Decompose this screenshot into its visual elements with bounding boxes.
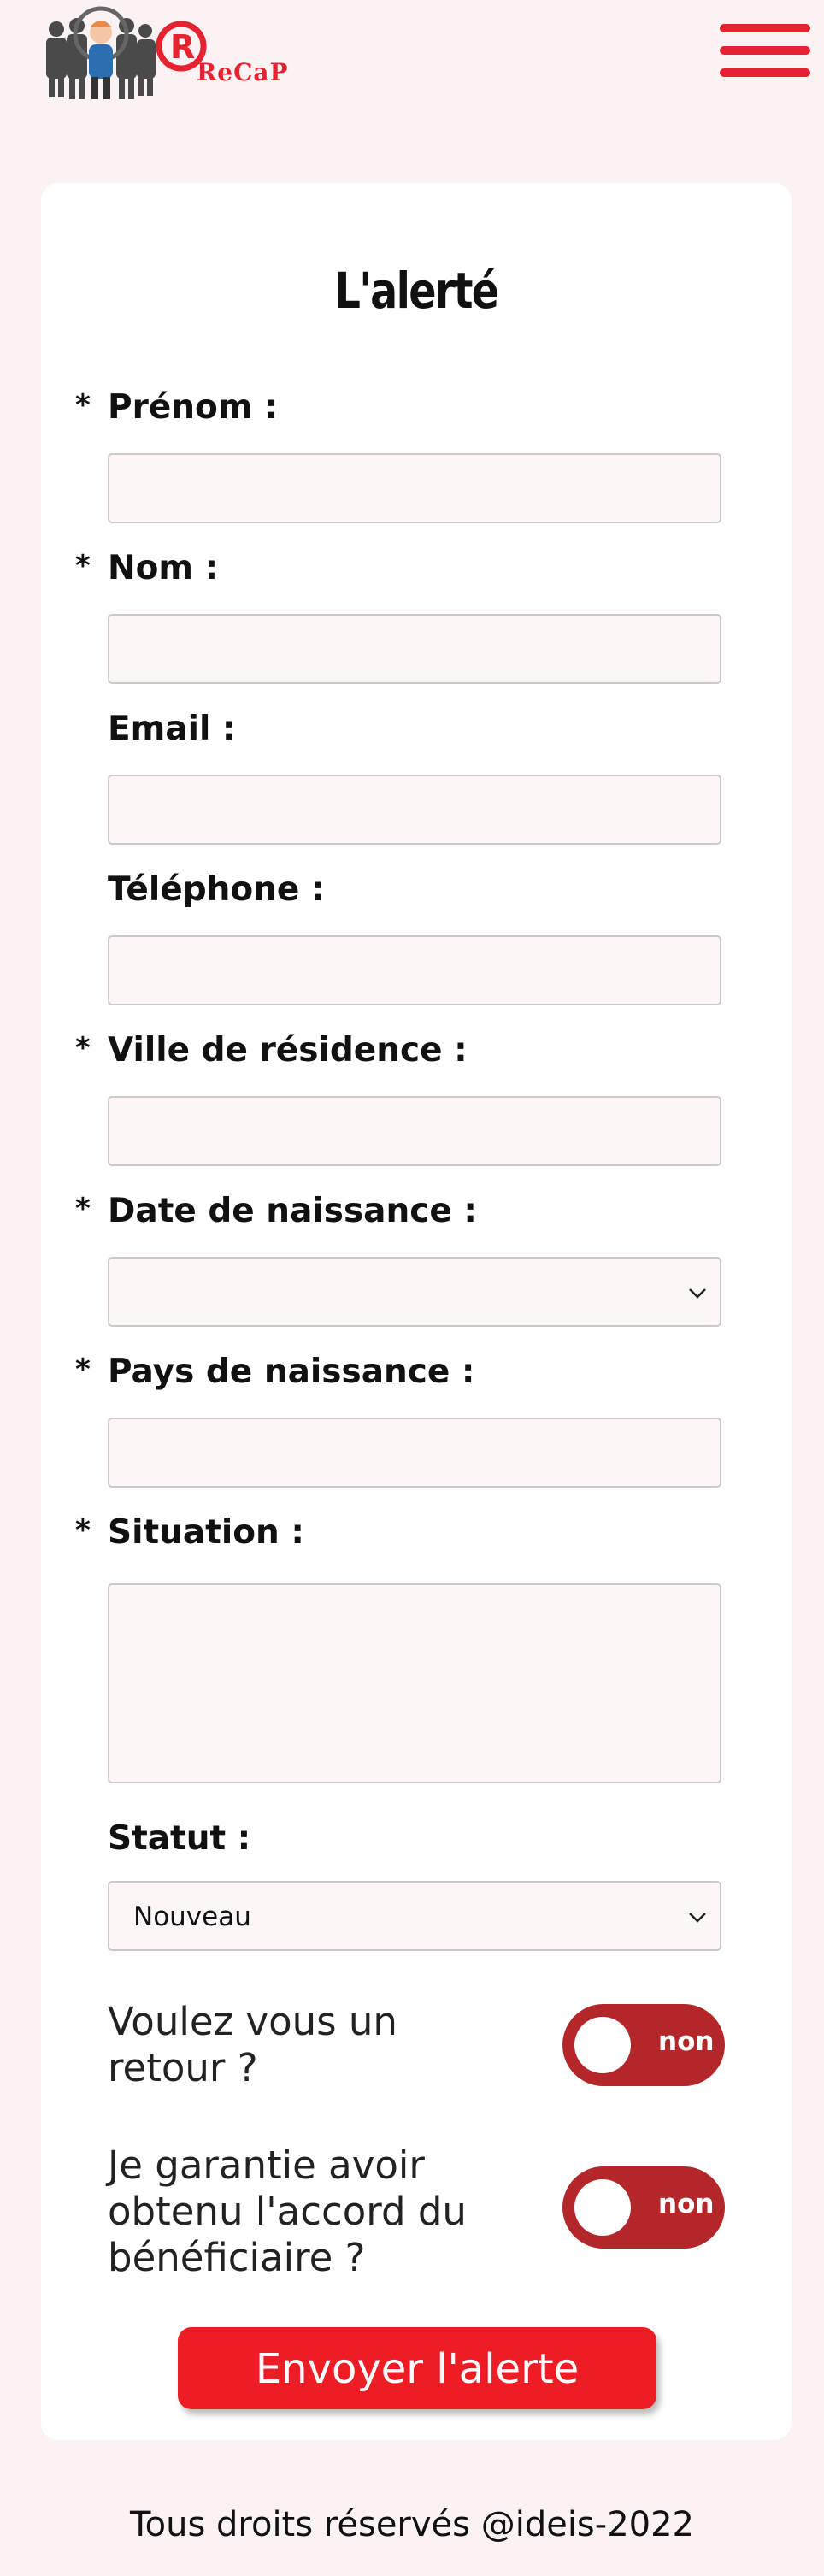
firstname-input[interactable] [108,453,721,523]
birth-country-label: Pays de naissance : [108,1353,475,1391]
required-marker: * [75,1031,91,1065]
phone-label: Téléphone : [108,870,325,909]
status-select[interactable]: Nouveau [108,1881,721,1951]
chevron-down-icon [689,1913,706,1923]
alert-form-card: L'alerté * Prénom : * Nom : Email : Télé… [41,183,792,2440]
consent-toggle[interactable]: non [562,2166,725,2249]
menu-bar [720,24,810,32]
required-marker: * [75,549,91,583]
birth-country-input[interactable] [108,1418,721,1488]
birthdate-label: Date de naissance : [108,1192,478,1230]
firstname-label: Prénom : [108,388,278,427]
email-input[interactable] [108,775,721,845]
situation-label: Situation : [108,1513,304,1552]
recap-logo[interactable]: R ReCaP [38,3,294,103]
send-alert-button[interactable]: Envoyer l'alerte [178,2327,656,2409]
required-marker: * [75,1353,91,1387]
chevron-down-icon [689,1288,706,1299]
hamburger-menu-icon[interactable] [720,21,814,85]
situation-textarea[interactable] [108,1583,721,1783]
required-marker: * [75,1513,91,1547]
feedback-question: Voulez vous un retour ? [108,1999,397,2090]
birthdate-select[interactable] [108,1257,721,1327]
feedback-toggle-state: non [658,2026,715,2057]
logo-text: ReCaP [197,58,289,86]
toggle-knob [574,2017,631,2073]
toggle-knob [574,2179,631,2236]
required-marker: * [75,388,91,422]
phone-input[interactable] [108,935,721,1005]
form-title: L'alerté [334,262,499,320]
menu-bar [720,46,810,55]
consent-toggle-state: non [658,2189,715,2219]
city-label: Ville de résidence : [108,1031,468,1070]
city-input[interactable] [108,1096,721,1166]
logo-people-icon: R [46,6,207,99]
consent-question: Je garantie avoir obtenu l'accord du bén… [108,2143,467,2280]
lastname-label: Nom : [108,549,219,587]
status-select-value: Nouveau [133,1901,251,1932]
required-marker: * [75,1192,91,1226]
svg-text:R: R [170,28,195,66]
feedback-toggle[interactable]: non [562,2004,725,2086]
lastname-input[interactable] [108,614,721,684]
footer-copyright: Tous droits réservés @ideis-2022 [130,2505,694,2544]
status-label: Statut : [108,1819,251,1858]
header: R ReCaP [0,0,824,128]
menu-bar [720,68,810,77]
email-label: Email : [108,710,236,748]
